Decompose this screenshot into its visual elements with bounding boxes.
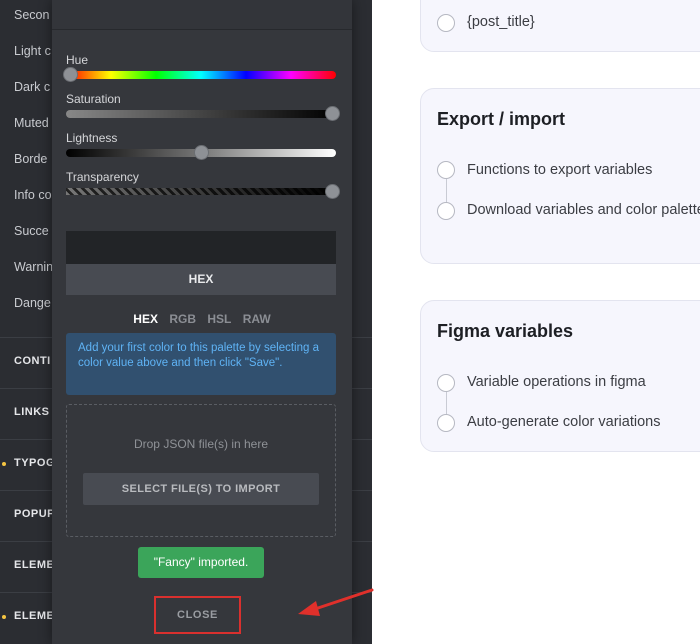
hue-slider-track[interactable] (66, 71, 336, 79)
sidebar-color-border[interactable]: Borde (14, 152, 47, 166)
sidebar-color-muted[interactable]: Muted (14, 116, 49, 130)
list-item: Functions to export variables (467, 162, 653, 178)
color-format-toggle-button[interactable]: HEX (66, 264, 336, 295)
transparency-label: Transparency (66, 170, 139, 184)
popup-header (52, 0, 352, 30)
tab-rgb[interactable]: RGB (169, 312, 196, 326)
post-title-card: {post_title} (420, 0, 700, 52)
sidebar-color-dark[interactable]: Dark c (14, 80, 50, 94)
sidebar-category-label: POPUP (14, 508, 56, 520)
sidebar-category-label: CONTI (14, 355, 51, 367)
saturation-label: Saturation (66, 92, 121, 106)
sidebar-color-light[interactable]: Light c (14, 44, 51, 58)
list-item: Download variables and color palette (467, 202, 700, 218)
tab-raw[interactable]: RAW (243, 312, 271, 326)
card-title: Export / import (437, 109, 566, 129)
color-palette-popup: Hue Saturation Lightness Transparency HE… (52, 0, 374, 644)
select-files-button[interactable]: SELECT FILE(S) TO IMPORT (83, 473, 319, 505)
tab-hsl[interactable]: HSL (207, 312, 231, 326)
transparency-slider-track[interactable] (66, 188, 336, 195)
close-button[interactable]: CLOSE (154, 596, 241, 634)
sidebar-color-info[interactable]: Info co (14, 188, 52, 202)
sidebar-color-warning[interactable]: Warnin (14, 260, 53, 274)
sidebar-category-label: LINKS (14, 406, 50, 418)
sidebar-color-danger[interactable]: Dange (14, 296, 51, 310)
circle-icon (437, 202, 455, 220)
saturation-slider-handle[interactable] (325, 106, 340, 121)
transparency-slider-handle[interactable] (325, 184, 340, 199)
sidebar-category-label: ELEME (14, 610, 55, 622)
saturation-slider-track[interactable] (66, 110, 336, 118)
figma-variables-card: Figma variables Variable operations in f… (420, 300, 700, 452)
drop-zone-text: Drop JSON file(s) in here (133, 437, 269, 451)
sidebar-color-secondary[interactable]: Secon (14, 8, 49, 22)
hue-slider-handle[interactable] (62, 67, 78, 82)
modified-dot-icon (2, 462, 6, 466)
lightness-label: Lightness (66, 131, 118, 145)
sidebar-color-success[interactable]: Succe (14, 224, 49, 238)
circle-icon (437, 161, 455, 179)
lightness-slider-handle[interactable] (193, 145, 209, 160)
hue-label: Hue (66, 53, 89, 67)
list-item: Auto-generate color variations (467, 414, 661, 430)
card-title: Figma variables (437, 321, 574, 341)
export-import-card: Export / import Functions to export vari… (420, 88, 700, 264)
tab-hex[interactable]: HEX (133, 312, 158, 326)
color-preview-swatch (66, 231, 336, 264)
import-success-toast: "Fancy" imported. (138, 547, 264, 578)
sidebar-category-label: ELEME (14, 559, 55, 571)
circle-icon (437, 374, 455, 392)
annotation-arrow-icon (298, 588, 374, 616)
list-item: Variable operations in figma (467, 374, 646, 390)
modified-dot-icon (2, 615, 6, 619)
sidebar-category-label: TYPOG (14, 457, 56, 469)
post-title-item: {post_title} (467, 14, 535, 30)
circle-icon (437, 14, 455, 32)
format-tabs: HEX RGB HSL RAW (52, 312, 352, 326)
info-message: Add your first color to this palette by … (66, 333, 336, 395)
circle-icon (437, 414, 455, 432)
json-drop-zone[interactable]: Drop JSON file(s) in here SELECT FILE(S)… (66, 404, 336, 537)
